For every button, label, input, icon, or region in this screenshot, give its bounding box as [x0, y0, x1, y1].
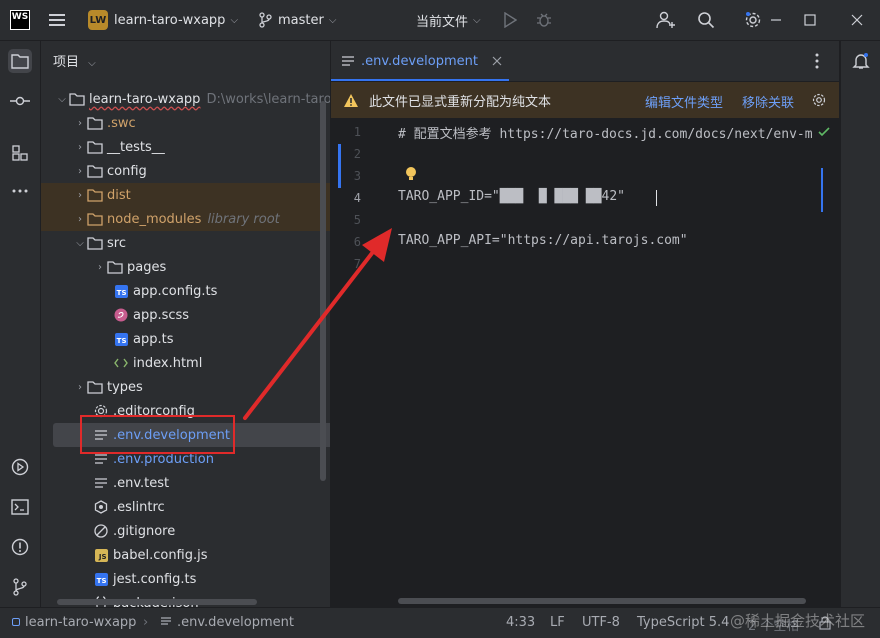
annotation-arrow-icon — [243, 228, 392, 420]
